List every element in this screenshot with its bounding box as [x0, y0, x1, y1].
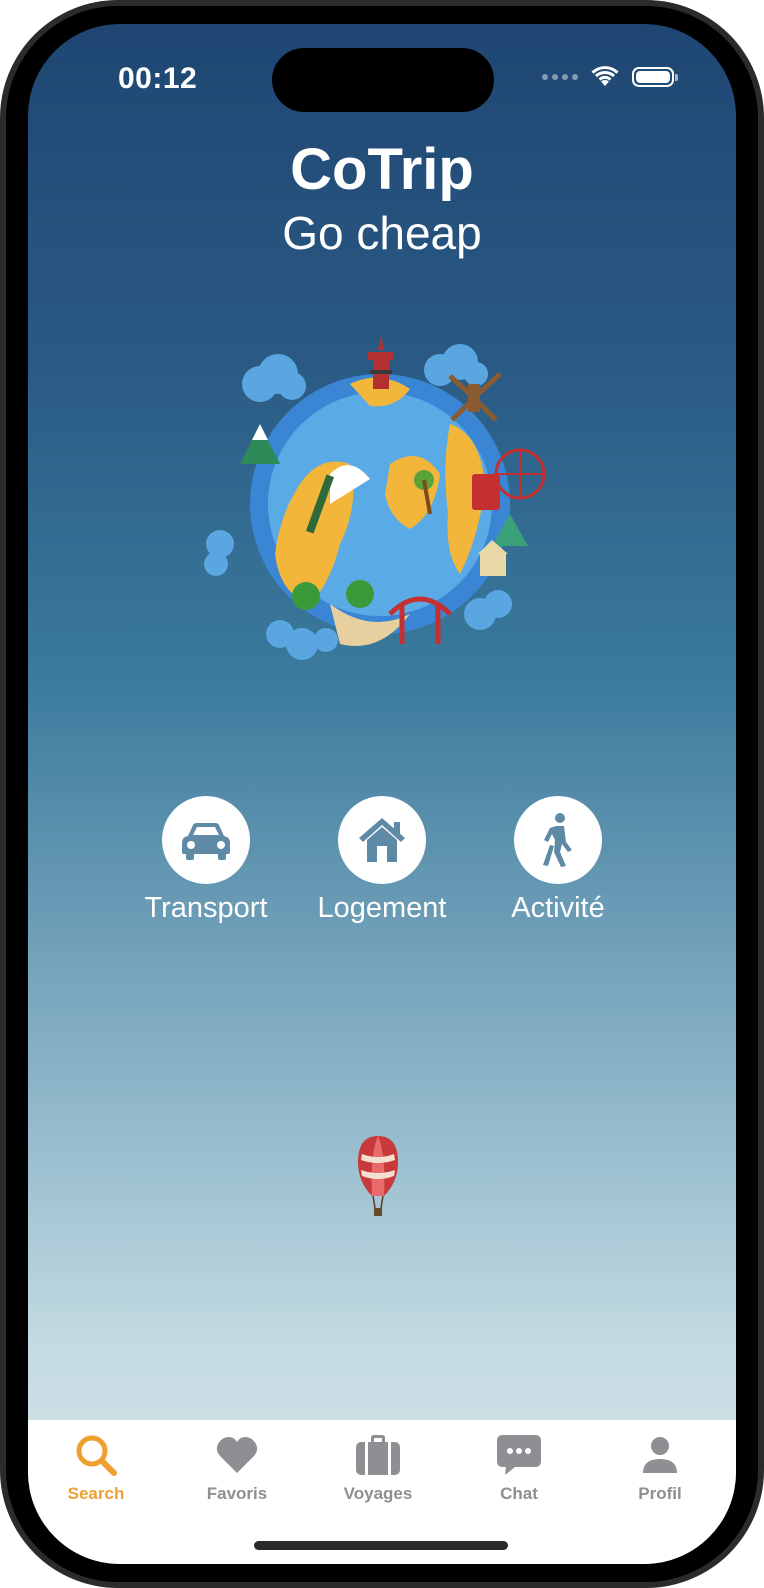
- home-indicator[interactable]: [254, 1541, 508, 1550]
- category-activite[interactable]: Activité: [478, 796, 638, 925]
- transport-button[interactable]: [162, 796, 250, 884]
- category-label: Activité: [511, 892, 605, 924]
- dynamic-island: [272, 48, 494, 112]
- logement-button[interactable]: [338, 796, 426, 884]
- tab-profil[interactable]: Profil: [600, 1430, 720, 1504]
- activite-button[interactable]: [514, 796, 602, 884]
- cellular-signal-icon: [542, 74, 578, 80]
- tab-label: Favoris: [206, 1484, 268, 1503]
- car-icon: [182, 823, 230, 860]
- walking-person-icon: [543, 813, 572, 867]
- app-screen: 00:12 CoTrip Go cheap Transport Logement…: [28, 24, 736, 1564]
- house-icon: [359, 818, 405, 862]
- app-subtitle: Go cheap: [282, 207, 482, 259]
- category-transport[interactable]: Transport: [126, 796, 286, 925]
- heart-icon: [216, 1437, 258, 1473]
- tab-voyages[interactable]: Voyages: [318, 1430, 438, 1504]
- category-label: Transport: [144, 892, 268, 924]
- wifi-icon: [591, 66, 619, 86]
- bottom-tab-bar: Search Favoris Voyages Chat Profil: [28, 1420, 736, 1564]
- tab-favoris[interactable]: Favoris: [177, 1430, 297, 1504]
- hot-air-balloon-illustration: [358, 1136, 398, 1216]
- phone-frame: 00:12 CoTrip Go cheap Transport Logement…: [0, 0, 764, 1588]
- globe-illustration: [204, 336, 546, 660]
- tab-chat[interactable]: Chat: [459, 1430, 579, 1504]
- suitcase-icon: [356, 1435, 400, 1475]
- person-icon: [643, 1437, 677, 1473]
- app-title: CoTrip: [290, 137, 474, 202]
- status-time: 00:12: [118, 62, 198, 95]
- tab-label: Profil: [638, 1484, 682, 1503]
- tab-search[interactable]: Search: [36, 1430, 156, 1504]
- category-label: Logement: [317, 892, 447, 924]
- tab-label: Voyages: [343, 1484, 413, 1503]
- category-logement[interactable]: Logement: [302, 796, 462, 925]
- battery-icon: [632, 67, 678, 87]
- tab-label: Search: [67, 1484, 125, 1503]
- chat-bubble-icon: [497, 1435, 541, 1475]
- status-indicators: [542, 66, 678, 88]
- tab-label: Chat: [500, 1484, 538, 1503]
- search-icon: [76, 1435, 117, 1476]
